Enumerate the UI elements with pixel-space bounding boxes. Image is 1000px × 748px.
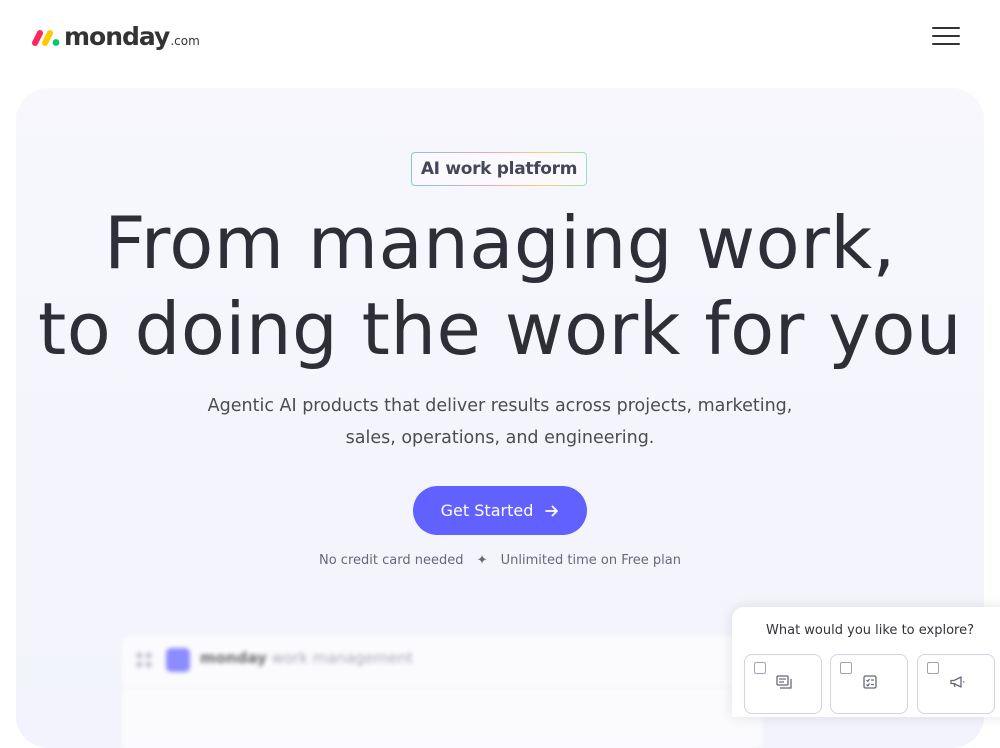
get-started-label: Get Started — [440, 501, 534, 520]
explore-card-checkbox[interactable] — [840, 662, 852, 674]
hamburger-line-bottom — [932, 43, 960, 45]
megaphone-icon — [950, 676, 965, 688]
product-preview: monday work management — [122, 636, 762, 748]
chat-stack-icon — [776, 675, 792, 689]
hamburger-menu-button[interactable] — [929, 24, 963, 48]
subtitle-line-2: sales, operations, and engineering. — [345, 428, 655, 448]
logo-tld: .com — [170, 34, 200, 48]
explore-card-marketing[interactable] — [917, 654, 995, 714]
explore-title: What would you like to explore? — [766, 623, 974, 638]
subtitle-line-1: Agentic AI products that deliver results… — [207, 396, 793, 416]
explore-card-checklist[interactable] — [830, 654, 908, 714]
headline-line-2: to doing the work for you — [38, 287, 962, 371]
arrow-right-icon — [545, 505, 559, 516]
logo-wordmark: monday — [64, 22, 170, 51]
preview-topbar: monday work management — [122, 636, 762, 686]
explore-card-checkbox[interactable] — [927, 662, 939, 674]
no-credit-card-text: No credit card needed — [318, 553, 464, 568]
explore-card-checkbox[interactable] — [754, 662, 766, 674]
cta-fine-print: No credit card needed ✦ Unlimited time o… — [16, 553, 984, 568]
badge-label: AI work platform — [412, 153, 586, 185]
hero-subtitle: Agentic AI products that deliver results… — [176, 390, 824, 454]
explore-widget: What would you like to explore? — [732, 607, 1000, 717]
preview-board-row — [122, 688, 762, 748]
headline-line-1: From managing work, — [104, 201, 896, 285]
site-header: monday .com — [0, 0, 1000, 72]
ai-platform-badge: AI work platform — [411, 152, 587, 186]
explore-card-chat[interactable] — [744, 654, 822, 714]
checklist-icon — [863, 675, 877, 689]
sparkle-separator-icon: ✦ — [476, 553, 488, 568]
preview-brand: monday — [200, 649, 267, 667]
monday-logo[interactable]: monday .com — [31, 18, 200, 52]
monday-logo-icon — [32, 30, 60, 46]
get-started-button[interactable]: Get Started — [413, 486, 587, 535]
preview-product-logo — [166, 648, 190, 672]
apps-grid-icon — [137, 653, 151, 667]
preview-product-name: work management — [271, 649, 414, 667]
hamburger-line-middle — [932, 35, 960, 37]
free-plan-text: Unlimited time on Free plan — [500, 553, 681, 568]
preview-product-title: monday work management — [200, 649, 413, 667]
hamburger-menu-icon — [932, 27, 960, 29]
hero-headline: From managing work, to doing the work fo… — [16, 200, 984, 372]
